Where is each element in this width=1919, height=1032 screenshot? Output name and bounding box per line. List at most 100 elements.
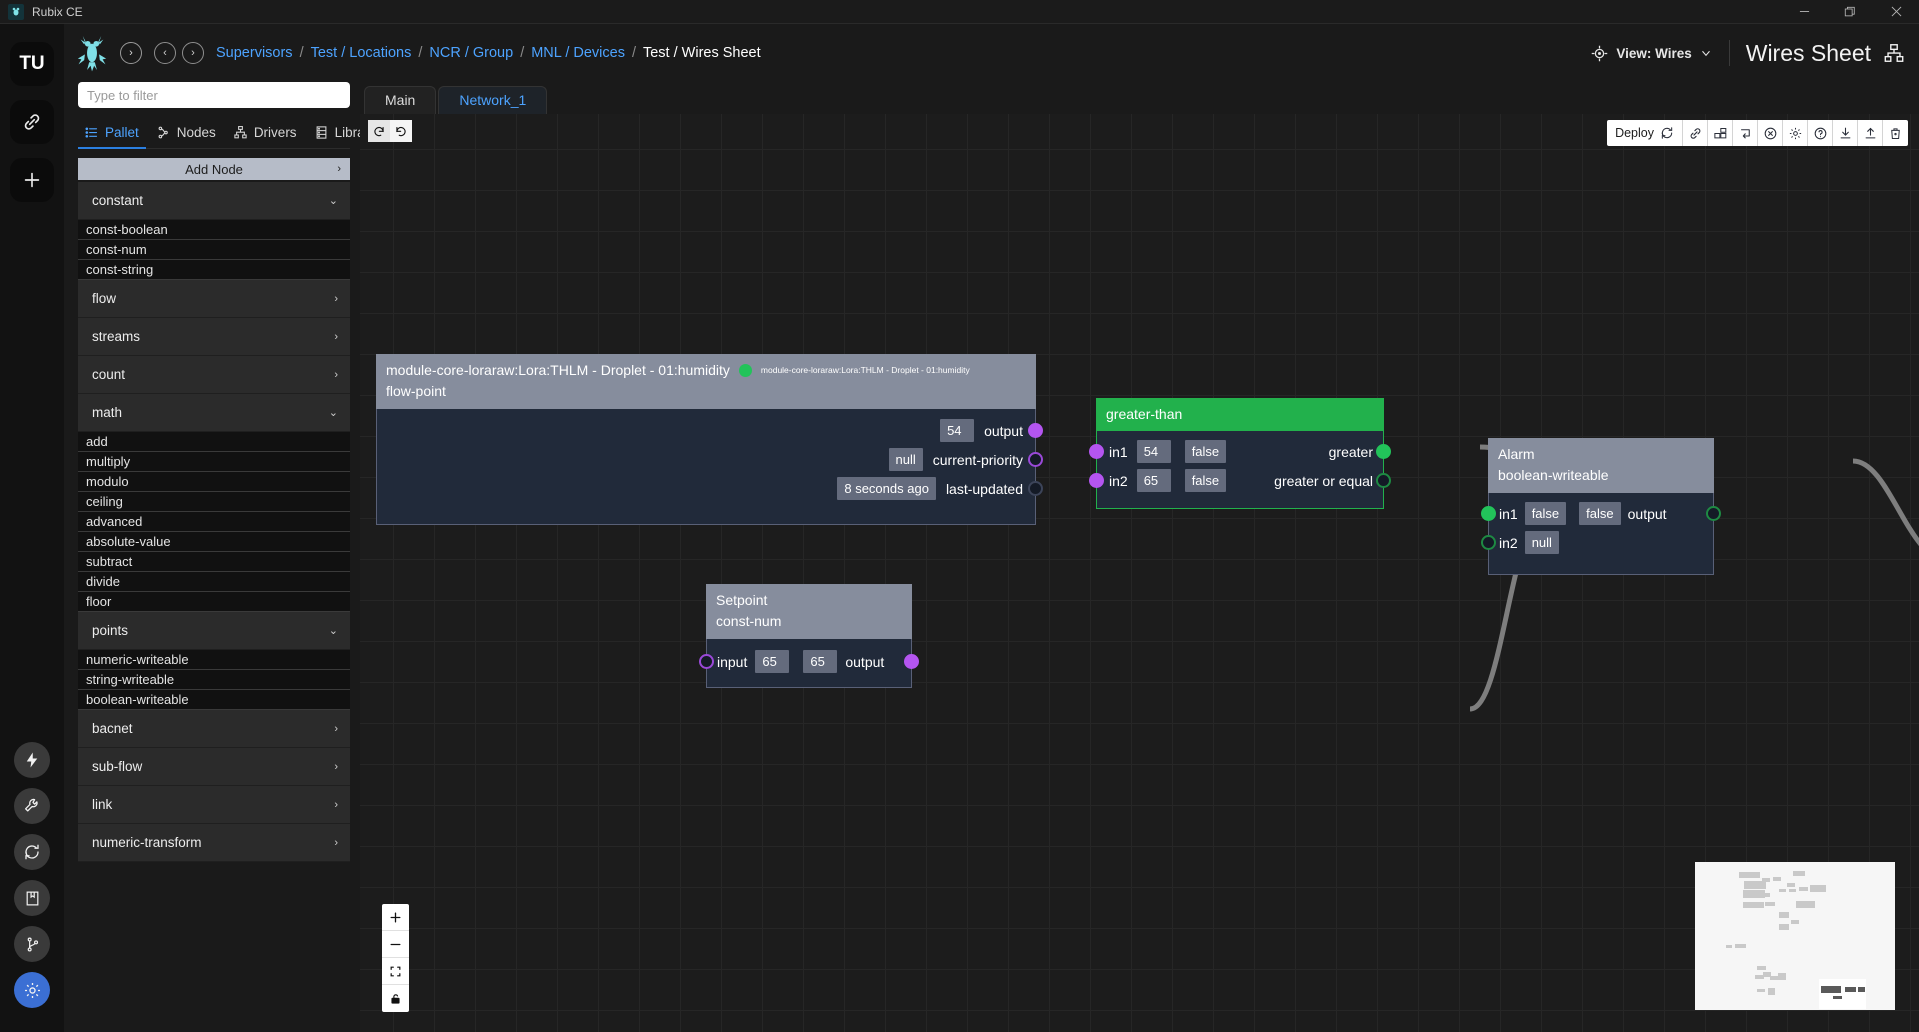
filter-input[interactable] (78, 82, 350, 108)
fit-view-button[interactable] (382, 958, 409, 985)
zoom-in-button[interactable] (382, 904, 409, 931)
tab-pallet[interactable]: Pallet (78, 121, 146, 149)
flow-point-lastupdated-value[interactable]: 8 seconds ago (837, 477, 936, 500)
flow-point-priority-value[interactable]: null (888, 448, 923, 471)
pallet-list[interactable]: constant ⌄ const-boolean const-num const-str… (78, 182, 350, 1032)
pallet-group-numeric-transform[interactable]: numeric-transform › (78, 824, 350, 862)
tab-nodes[interactable]: Nodes (150, 121, 223, 148)
port-output[interactable] (904, 654, 919, 669)
breadcrumb-item-devices[interactable]: MNL / Devices (531, 45, 625, 61)
port-in1[interactable] (1481, 506, 1496, 521)
redo-icon[interactable] (390, 120, 412, 142)
link-icon[interactable] (1683, 120, 1708, 146)
pallet-item-const-num[interactable]: const-num (78, 240, 350, 260)
breadcrumb-item-group[interactable]: NCR / Group (429, 45, 513, 61)
node-greater-than[interactable]: greater-than in1 54 false greater in2 65… (1089, 398, 1391, 509)
undo-icon[interactable] (368, 120, 390, 142)
setpoint-output-value[interactable]: 65 (803, 650, 838, 673)
wires-canvas[interactable]: Deploy module-core-loraraw:Lora:THLM - D… (360, 114, 1919, 1032)
minimap[interactable] (1695, 862, 1895, 1010)
lock-button[interactable] (382, 985, 409, 1012)
link-icon[interactable] (10, 100, 54, 144)
lightning-icon[interactable] (14, 742, 50, 778)
gear-icon[interactable] (14, 972, 50, 1008)
port-in2[interactable] (1089, 473, 1104, 488)
deploy-button[interactable]: Deploy (1607, 120, 1683, 146)
zoom-out-button[interactable] (382, 931, 409, 958)
tab-drivers[interactable]: Drivers (227, 121, 304, 148)
gear-icon[interactable] (1783, 120, 1808, 146)
user-avatar-tu[interactable]: TU (10, 42, 54, 86)
book-icon[interactable] (14, 880, 50, 916)
node-flow-point-header[interactable]: module-core-loraraw:Lora:THLM - Droplet … (376, 354, 1036, 409)
download-icon[interactable] (1833, 120, 1858, 146)
alarm-in1-value[interactable]: false (1524, 502, 1567, 525)
pallet-group-bacnet[interactable]: bacnet › (78, 710, 350, 748)
pallet-item-floor[interactable]: floor (78, 592, 350, 612)
pallet-item-subtract[interactable]: subtract (78, 552, 350, 572)
port-current-priority[interactable] (1028, 452, 1043, 467)
setpoint-input-value[interactable]: 65 (755, 650, 790, 673)
pallet-item-boolean-writeable[interactable]: boolean-writeable (78, 690, 350, 710)
maximize-icon[interactable] (1827, 0, 1873, 23)
gt-ge-value[interactable]: false (1184, 469, 1227, 492)
node-flow-point[interactable]: module-core-loraraw:Lora:THLM - Droplet … (376, 354, 1043, 525)
sidebar-collapse-toggle[interactable]: › (120, 42, 142, 64)
pallet-group-points[interactable]: points ⌄ (78, 612, 350, 650)
port-in2[interactable] (1481, 535, 1496, 550)
pallet-item-const-boolean[interactable]: const-boolean (78, 220, 350, 240)
pallet-group-sub-flow[interactable]: sub-flow › (78, 748, 350, 786)
close-icon[interactable] (1873, 0, 1919, 23)
port-last-updated[interactable] (1028, 481, 1043, 496)
nav-forward-button[interactable]: › (182, 42, 204, 64)
pallet-group-constant[interactable]: constant ⌄ (78, 182, 350, 220)
view-selector[interactable]: View: Wires (1590, 44, 1712, 63)
pallet-group-link[interactable]: link › (78, 786, 350, 824)
pallet-item-advanced[interactable]: advanced (78, 512, 350, 532)
port-output[interactable] (1028, 423, 1043, 438)
upload-icon[interactable] (1858, 120, 1883, 146)
pallet-item-numeric-writeable[interactable]: numeric-writeable (78, 650, 350, 670)
port-input[interactable] (699, 654, 714, 669)
pallet-group-count[interactable]: count › (78, 356, 350, 394)
pallet-item-const-string[interactable]: const-string (78, 260, 350, 280)
node-greater-than-header[interactable]: greater-than (1096, 398, 1384, 431)
breadcrumb-item-supervisors[interactable]: Supervisors (216, 45, 293, 61)
pallet-item-add[interactable]: add (78, 432, 350, 452)
pallet-group-flow[interactable]: flow › (78, 280, 350, 318)
duplicate-icon[interactable] (1708, 120, 1733, 146)
pallet-group-math[interactable]: math ⌄ (78, 394, 350, 432)
flow-point-output-value[interactable]: 54 (940, 419, 975, 442)
tab-main[interactable]: Main (364, 86, 437, 114)
pallet-item-multiply[interactable]: multiply (78, 452, 350, 472)
node-setpoint[interactable]: Setpoint const-num input 65 65 output (699, 584, 919, 688)
pallet-item-absolute-value[interactable]: absolute-value (78, 532, 350, 552)
undo-arrow-icon[interactable] (1733, 120, 1758, 146)
git-branch-icon[interactable] (14, 926, 50, 962)
gt-in1-value[interactable]: 54 (1136, 440, 1171, 463)
gt-in2-value[interactable]: 65 (1136, 469, 1171, 492)
gt-greater-value[interactable]: false (1184, 440, 1227, 463)
refresh-icon[interactable] (14, 834, 50, 870)
cancel-icon[interactable] (1758, 120, 1783, 146)
alarm-in2-value[interactable]: null (1524, 531, 1559, 554)
pallet-group-streams[interactable]: streams › (78, 318, 350, 356)
nav-back-button[interactable]: ‹ (154, 42, 176, 64)
port-output[interactable] (1706, 506, 1721, 521)
port-in1[interactable] (1089, 444, 1104, 459)
node-alarm[interactable]: Alarm boolean-writeable in1 false false … (1481, 438, 1721, 575)
pallet-item-string-writeable[interactable]: string-writeable (78, 670, 350, 690)
node-setpoint-header[interactable]: Setpoint const-num (706, 584, 912, 639)
tab-network-1[interactable]: Network_1 (438, 86, 548, 114)
add-node-button[interactable]: Add Node › (78, 158, 350, 180)
breadcrumb-item-locations[interactable]: Test / Locations (311, 45, 412, 61)
wrench-icon[interactable] (14, 788, 50, 824)
port-greater[interactable] (1376, 444, 1391, 459)
pallet-item-modulo[interactable]: modulo (78, 472, 350, 492)
trash-icon[interactable] (1883, 120, 1908, 146)
port-greater-or-equal[interactable] (1376, 473, 1391, 488)
node-alarm-header[interactable]: Alarm boolean-writeable (1488, 438, 1714, 493)
alarm-output-value[interactable]: false (1579, 502, 1621, 525)
help-icon[interactable] (1808, 120, 1833, 146)
pallet-item-divide[interactable]: divide (78, 572, 350, 592)
